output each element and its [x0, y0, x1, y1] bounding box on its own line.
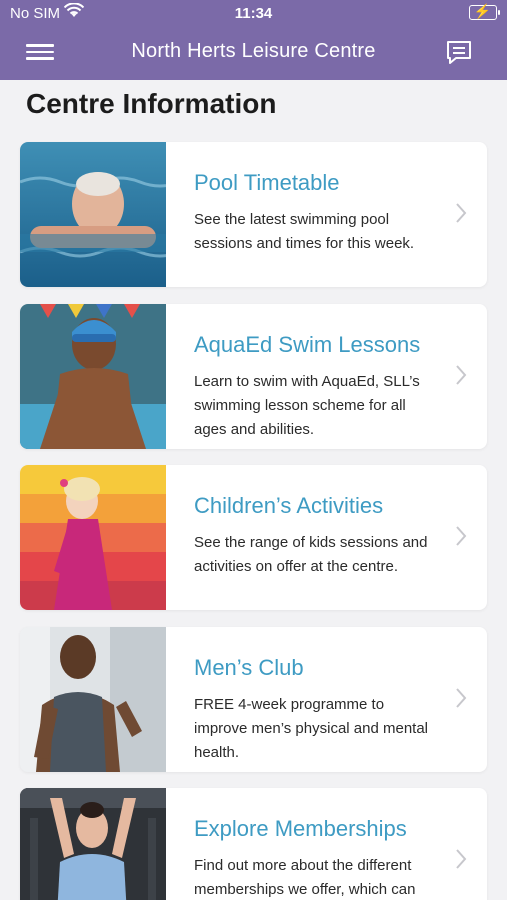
- battery-icon: ⚡: [469, 3, 500, 20]
- message-icon[interactable]: [445, 39, 473, 67]
- woman-gym-photo: [20, 788, 166, 900]
- nav-bar: North Herts Leisure Centre: [0, 28, 507, 80]
- app-title: North Herts Leisure Centre: [131, 40, 376, 62]
- status-bar: No SIM 11:34 ⚡: [0, 0, 507, 28]
- card-description: FREE 4-week programme to improve men’s p…: [194, 696, 429, 761]
- chevron-right-icon: [456, 688, 467, 708]
- card-pool-timetable[interactable]: Pool Timetable See the latest swimming p…: [20, 142, 487, 287]
- card-title: AquaEd Swim Lessons: [194, 332, 421, 357]
- card-childrens-activities[interactable]: Children’s Activities See the range of k…: [20, 465, 487, 610]
- child-playing-photo: [20, 465, 166, 610]
- chevron-right-icon: [456, 203, 467, 223]
- charging-icon: ⚡: [473, 3, 492, 19]
- card-description: See the latest swimming pool sessions an…: [194, 211, 415, 252]
- clock: 11:34: [234, 5, 273, 22]
- chevron-right-icon: [456, 849, 467, 869]
- swimmer-photo: [20, 142, 166, 287]
- chevron-right-icon: [456, 526, 467, 546]
- app-header: No SIM 11:34 ⚡ North Herts Leisure Centr…: [0, 0, 507, 80]
- card-title: Explore Memberships: [194, 816, 407, 841]
- child-swimmer-photo: [20, 304, 166, 449]
- page-title: Centre Information: [26, 88, 277, 119]
- card-title: Children’s Activities: [194, 493, 384, 518]
- card-description: See the range of kids sessions and activ…: [194, 534, 428, 575]
- card-title: Pool Timetable: [194, 170, 340, 195]
- card-title: Men’s Club: [194, 655, 304, 680]
- card-description: Find out more about the different member…: [194, 857, 416, 898]
- card-mens-club[interactable]: Men’s Club FREE 4-week programme to impr…: [20, 627, 487, 772]
- chevron-right-icon: [456, 365, 467, 385]
- card-explore-memberships[interactable]: Explore Memberships Find out more about …: [20, 788, 487, 900]
- man-photo: [20, 627, 166, 772]
- card-aquaed-swim-lessons[interactable]: AquaEd Swim Lessons Learn to swim with A…: [20, 304, 487, 449]
- card-description: Learn to swim with AquaEd, SLL’s swimmin…: [194, 373, 420, 438]
